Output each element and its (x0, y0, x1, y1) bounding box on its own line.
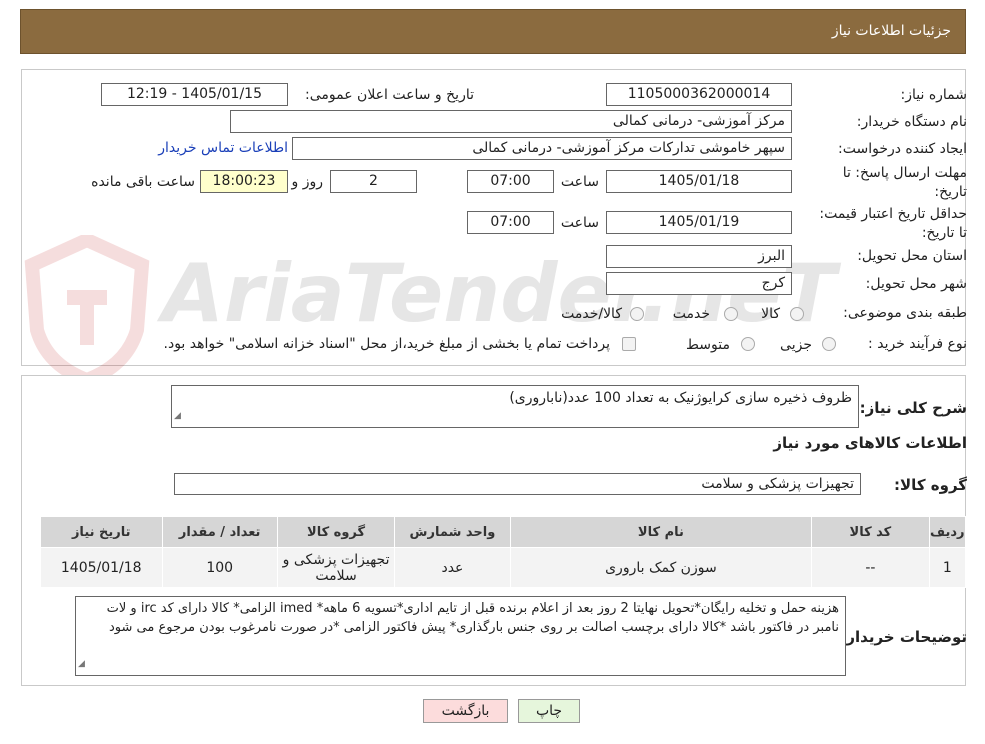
process-medium-label: متوسط (686, 337, 730, 353)
cell-group: تجهیزات پزشکی و سلامت (276, 547, 396, 588)
goods-section-title: اطلاعات کالاهای مورد نیاز (773, 434, 967, 452)
goods-table: ردیف کد کالا نام کالا واحد شمارش گروه کا… (40, 516, 967, 588)
buyer-org-label: نام دستگاه خریدار: (856, 114, 967, 130)
validity-date-field: 1405/01/19 (606, 211, 792, 234)
col-code: کد کالا (811, 516, 930, 548)
category-goods-label: کالا (761, 306, 780, 322)
goods-group-field: تجهیزات پزشکی و سلامت (174, 473, 861, 495)
validity-time-label: ساعت (560, 215, 599, 231)
category-service-label: خدمت (672, 306, 710, 322)
col-group: گروه کالا (276, 516, 396, 548)
requester-field: سپهر خاموشی تدارکات مرکز آموزشی- درمانی … (292, 137, 792, 160)
category-goods-radio[interactable] (790, 307, 804, 321)
city-label: شهر محل تحویل: (865, 276, 967, 292)
deadline-time-label: ساعت (560, 174, 599, 190)
process-type-label: نوع فرآیند خرید : (868, 336, 967, 352)
province-field: البرز (606, 245, 792, 268)
process-minor-radio[interactable] (822, 337, 836, 351)
buyer-notes-text: هزینه حمل و تخلیه رایگان*تحویل نهایتا 2 … (106, 601, 839, 635)
resize-grip-icon[interactable]: ◢ (174, 406, 181, 426)
deadline-date-field: 1405/01/18 (606, 170, 792, 193)
announce-field: 1405/01/15 - 12:19 (101, 83, 288, 106)
cell-unit: عدد (394, 547, 511, 588)
deadline-label: مهلت ارسال پاسخ: تا تاریخ: (842, 165, 967, 200)
col-name: نام کالا (509, 516, 813, 548)
deadline-days-field: 2 (330, 170, 417, 193)
need-number-field: 1105000362000014 (606, 83, 792, 106)
remaining-time-field: 18:00:23 (200, 170, 288, 193)
category-goods-service-radio[interactable] (630, 307, 644, 321)
table-row[interactable]: 1 -- سوزن کمک باروری عدد تجهیزات پزشکی و… (40, 547, 967, 588)
validity-label: حداقل تاریخ اعتبار قیمت: تا تاریخ: (819, 206, 967, 241)
table-header-row: ردیف کد کالا نام کالا واحد شمارش گروه کا… (40, 516, 967, 548)
city-field: کرج (606, 272, 792, 295)
days-label: روز و (291, 174, 324, 190)
cell-date: 1405/01/18 (40, 547, 163, 588)
deadline-time-field: 07:00 (467, 170, 554, 193)
print-button[interactable]: چاپ (518, 699, 580, 723)
category-label: طبقه بندی موضوعی: (843, 305, 967, 321)
category-service-radio[interactable] (724, 307, 738, 321)
col-row: ردیف (928, 516, 967, 548)
description-label: شرح کلی نیاز: (859, 399, 967, 417)
description-text: ظروف ذخیره سازی کرایوژنیک به تعداد 100 ع… (509, 390, 852, 406)
cell-name: سوزن کمک باروری (509, 547, 813, 588)
process-medium-radio[interactable] (741, 337, 755, 351)
treasury-payment-checkbox[interactable] (622, 337, 636, 351)
cell-code: -- (811, 547, 930, 588)
need-number-label: شماره نیاز: (900, 87, 968, 103)
cell-row: 1 (928, 547, 967, 588)
process-minor-label: جزیی (780, 337, 812, 353)
treasury-payment-label: پرداخت تمام یا بخشی از مبلغ خرید،از محل … (163, 336, 610, 352)
col-qty: تعداد / مقدار (161, 516, 278, 548)
page-title: جزئیات اطلاعات نیاز (831, 23, 951, 39)
cell-qty: 100 (161, 547, 278, 588)
category-goods-service-label: کالا/خدمت (561, 306, 622, 322)
requester-label: ایجاد کننده درخواست: (838, 141, 967, 157)
buyer-notes-label: توضیحات خریدار: (840, 628, 967, 646)
buyer-org-field: مرکز آموزشی- درمانی کمالی (230, 110, 792, 133)
col-date: تاریخ نیاز (40, 516, 163, 548)
col-unit: واحد شمارش (394, 516, 511, 548)
announce-label: تاریخ و ساعت اعلان عمومی: (305, 87, 474, 103)
remaining-label: ساعت باقی مانده (91, 174, 195, 190)
goods-group-label: گروه کالا: (894, 476, 967, 494)
buyer-notes-field: هزینه حمل و تخلیه رایگان*تحویل نهایتا 2 … (75, 596, 846, 676)
buyer-contact-link[interactable]: اطلاعات تماس خریدار (158, 140, 288, 156)
page-header: جزئیات اطلاعات نیاز (20, 9, 966, 54)
description-field: ظروف ذخیره سازی کرایوژنیک به تعداد 100 ع… (171, 385, 859, 428)
province-label: استان محل تحویل: (857, 248, 967, 264)
back-button[interactable]: بازگشت (423, 699, 508, 723)
resize-grip-icon[interactable]: ◢ (78, 655, 85, 674)
validity-time-field: 07:00 (467, 211, 554, 234)
